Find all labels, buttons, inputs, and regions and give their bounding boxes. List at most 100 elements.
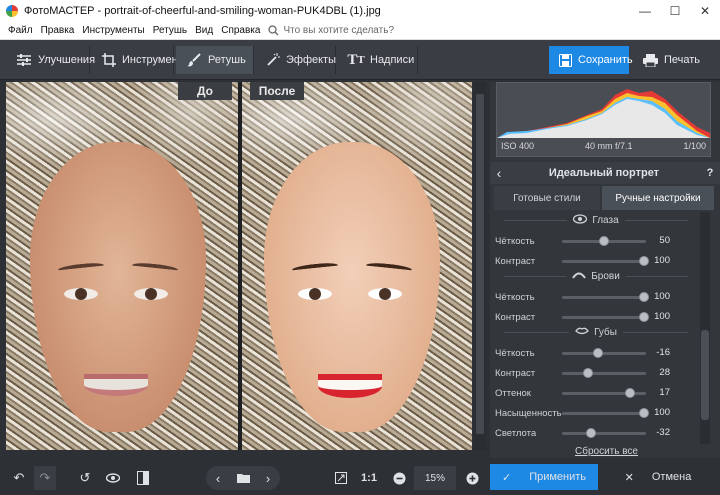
setting-label: Чёткость	[495, 347, 535, 359]
brow-icon	[572, 271, 587, 282]
menu-file[interactable]: Файл	[4, 25, 37, 36]
split-view-icon	[137, 471, 149, 485]
tab-presets[interactable]: Готовые стили	[494, 186, 600, 210]
menu-search[interactable]: Что вы хотите сделать?	[268, 25, 394, 36]
setting-slider[interactable]	[562, 368, 646, 378]
preview-eye-button[interactable]	[102, 466, 124, 490]
tab-manual[interactable]: Ручные настройки	[602, 186, 714, 210]
save-label: Сохранить	[578, 54, 633, 66]
actual-size-button[interactable]: 1:1	[358, 466, 380, 490]
save-button[interactable]: Сохранить	[549, 46, 633, 74]
compare-button[interactable]	[132, 466, 154, 490]
app-logo-icon	[6, 5, 18, 17]
setting-label: Контраст	[495, 255, 536, 267]
search-icon	[268, 25, 279, 36]
eye-icon	[106, 473, 120, 483]
tab-text[interactable]: TT Надписи	[338, 46, 418, 74]
menu-view[interactable]: Вид	[191, 25, 217, 36]
slider-knob[interactable]	[592, 348, 603, 358]
cancel-button[interactable]: ✕ Отмена	[604, 464, 712, 490]
folder-icon	[236, 473, 250, 483]
close-button[interactable]: ✕	[690, 0, 720, 22]
help-button[interactable]: ?	[700, 167, 720, 179]
setting-value: 100	[654, 255, 670, 266]
tab-label: Улучшения	[38, 54, 96, 66]
app-window: ФотоМАСТЕР - portrait-of-cheerful-and-sm…	[0, 0, 720, 495]
close-icon: ✕	[624, 471, 634, 484]
panel-scrollbar[interactable]	[700, 212, 710, 444]
tab-retouch[interactable]: Ретушь	[176, 46, 254, 74]
check-icon: ✓	[501, 471, 512, 484]
setting-label: Насыщенность	[495, 407, 562, 419]
minimize-button[interactable]: —	[630, 0, 660, 22]
setting-slider[interactable]	[562, 348, 646, 358]
menu-tools[interactable]: Инструменты	[78, 25, 148, 36]
setting-slider[interactable]	[562, 388, 646, 398]
menu-edit[interactable]: Правка	[37, 25, 79, 36]
menu-retouch[interactable]: Ретушь	[149, 25, 191, 36]
zoom-out-button[interactable]	[389, 466, 409, 490]
setting-value: 100	[654, 291, 670, 302]
text-icon: TT	[347, 51, 365, 68]
title-bar: ФотоМАСТЕР - portrait-of-cheerful-and-sm…	[0, 0, 720, 22]
canvas-scrollbar[interactable]	[474, 82, 486, 450]
section-header-0: Глаза	[498, 212, 694, 228]
panel-title: Идеальный портрет	[548, 167, 660, 179]
setting-value: 50	[659, 235, 670, 246]
rotate-button[interactable]: ↺	[74, 466, 96, 490]
main-toolbar: Улучшения Инструменты Ретушь Эффекты TT …	[0, 40, 720, 80]
tab-effects[interactable]: Эффекты	[256, 46, 336, 74]
setting-slider[interactable]	[562, 236, 646, 246]
hist-shutter: 1/100	[683, 141, 706, 151]
tab-label: Эффекты	[286, 54, 337, 66]
window-title: ФотоМАСТЕР - portrait-of-cheerful-and-sm…	[24, 5, 381, 17]
print-button[interactable]: Печать	[632, 46, 712, 74]
zoom-in-button[interactable]	[462, 466, 482, 490]
before-label: До	[178, 82, 232, 100]
reset-all-link[interactable]: Сбросить все	[575, 446, 638, 457]
scrollbar-thumb[interactable]	[476, 94, 484, 434]
back-chevron-icon[interactable]: ‹	[490, 165, 508, 181]
open-folder-button[interactable]	[229, 471, 257, 486]
search-placeholder: Что вы хотите сделать?	[283, 25, 394, 36]
setting-slider[interactable]	[562, 408, 649, 418]
minus-circle-icon	[393, 472, 405, 484]
section-header-2: Губы	[498, 324, 694, 340]
section-title: Губы	[594, 326, 617, 338]
slider-knob[interactable]	[583, 368, 593, 378]
tab-enhancements[interactable]: Улучшения	[6, 46, 95, 74]
menu-help[interactable]: Справка	[217, 25, 264, 36]
undo-button[interactable]: ↶	[8, 466, 30, 490]
setting-slider[interactable]	[562, 256, 649, 266]
image-canvas[interactable]: До После	[6, 82, 472, 450]
save-icon	[559, 52, 572, 68]
tab-tools[interactable]: Инструменты	[92, 46, 191, 74]
setting-value: 28	[659, 367, 670, 378]
setting-label: Оттенок	[495, 387, 531, 399]
sliders-icon	[16, 52, 32, 68]
next-image-button[interactable]: ›	[257, 471, 279, 486]
slider-knob[interactable]	[599, 236, 609, 246]
navigation-group: ‹ ›	[206, 466, 280, 490]
setting-label: Контраст	[495, 367, 536, 379]
setting-slider[interactable]	[562, 292, 649, 302]
magic-wand-icon	[266, 52, 280, 68]
apply-label: Применить	[529, 471, 587, 483]
after-label: После	[250, 82, 304, 100]
prev-image-button[interactable]: ‹	[207, 471, 229, 486]
maximize-button[interactable]: ☐	[660, 0, 690, 22]
panel-scrollbar-thumb[interactable]	[701, 330, 709, 420]
setting-slider[interactable]	[562, 312, 649, 322]
brush-icon	[186, 52, 202, 68]
crop-icon	[102, 52, 116, 68]
setting-slider[interactable]	[562, 428, 646, 438]
redo-button[interactable]: ↷	[34, 466, 56, 490]
cancel-label: Отмена	[651, 471, 692, 483]
eye-icon	[573, 213, 588, 227]
menu-bar: Файл Правка Инструменты Ретушь Вид Справ…	[0, 22, 720, 40]
photo-before: До	[6, 82, 238, 450]
apply-button[interactable]: ✓ Применить	[490, 464, 598, 490]
zoom-level[interactable]: 15%	[414, 466, 456, 490]
fit-screen-button[interactable]	[332, 466, 350, 490]
setting-label: Чёткость	[495, 235, 535, 247]
